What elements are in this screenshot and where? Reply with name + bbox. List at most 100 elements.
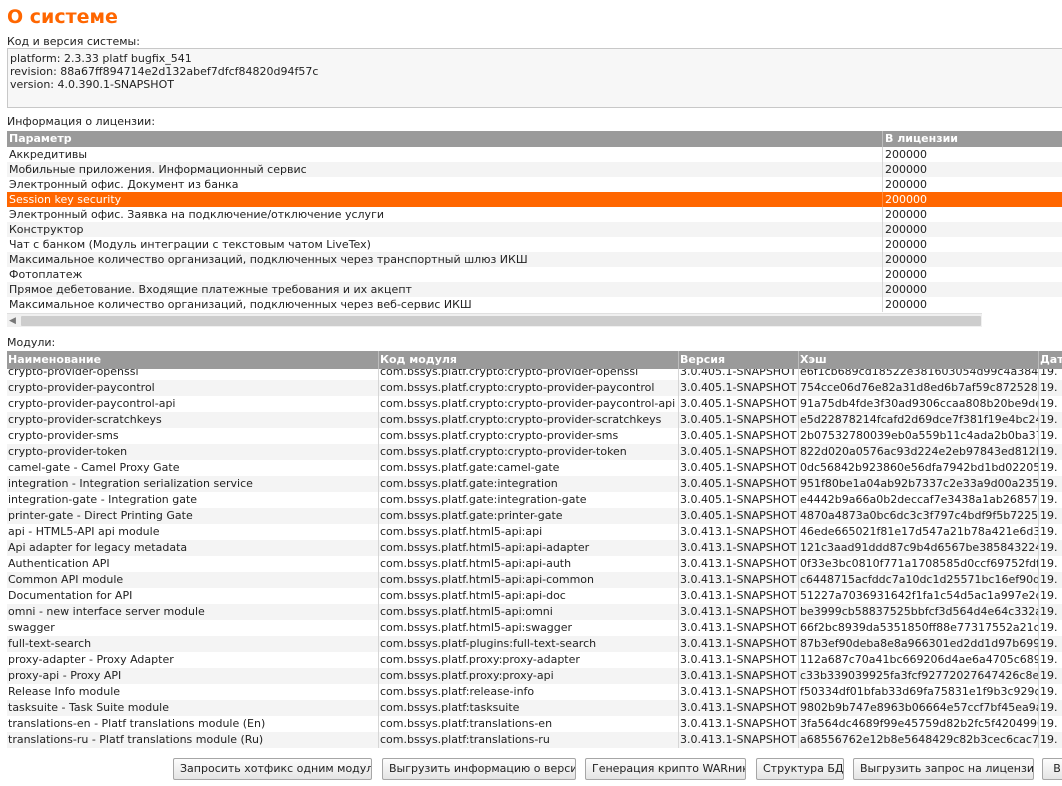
module-row[interactable]: crypto-provider-sms com.bssys.platf.crypt…: [7, 428, 1062, 444]
module-cell-date: 19.: [1040, 413, 1058, 426]
module-cell-code: com.bssys.platf.crypto:crypto-provider-p…: [379, 396, 679, 412]
license-cell-parameter: Максимальное количество организаций, под…: [7, 297, 883, 312]
module-cell-name: printer-gate - Direct Printing Gate: [7, 508, 379, 524]
module-row[interactable]: Api adapter for legacy metadata com.bssys…: [7, 540, 1062, 556]
license-cell-value: 200000: [885, 193, 927, 206]
module-cell-code: com.bssys.platf-plugins:full-text-search: [379, 636, 679, 652]
license-cell-value: 200000: [885, 238, 927, 251]
version-line-revision: revision: 88a67ff894714e2d132abef7dfcf84…: [10, 65, 319, 78]
license-row[interactable]: Конструктор 200000: [7, 222, 1062, 237]
column-header-hash[interactable]: Хэш: [799, 351, 1039, 369]
license-table-header: Параметр В лицензии: [7, 131, 1062, 147]
generate-crypto-war-button[interactable]: Генерация крипто WARника: [585, 758, 746, 780]
module-row[interactable]: camel-gate - Camel Proxy Gate com.bssys.p…: [7, 460, 1062, 476]
module-cell-name: crypto-provider-token: [7, 444, 379, 460]
module-cell-date: 19.: [1040, 653, 1058, 666]
modules-table: Наименование Код модуля Версия Хэш Дат c…: [7, 351, 1062, 749]
module-cell-name: Api adapter for legacy metadata: [7, 540, 379, 556]
license-row[interactable]: Максимальное количество организаций, под…: [7, 297, 1062, 312]
module-cell-version: 3.0.413.1-SNAPSHOT: [679, 620, 799, 636]
module-row[interactable]: integration-gate - Integration gate com.b…: [7, 492, 1062, 508]
module-row[interactable]: printer-gate - Direct Printing Gate com.b…: [7, 508, 1062, 524]
module-row[interactable]: crypto-provider-paycontrol-api com.bssys.…: [7, 396, 1062, 412]
module-cell-version: 3.0.405.1-SNAPSHOT: [679, 412, 799, 428]
license-cell-parameter: Session key security: [7, 192, 883, 207]
scrollbar-thumb[interactable]: [21, 316, 981, 326]
module-row[interactable]: proxy-api - Proxy API com.bssys.platf.pro…: [7, 668, 1062, 684]
license-row[interactable]: Максимальное количество организаций, под…: [7, 252, 1062, 267]
module-row[interactable]: tasksuite - Task Suite module com.bssys.p…: [7, 700, 1062, 716]
module-cell-version: 3.0.413.1-SNAPSHOT: [679, 652, 799, 668]
module-cell-version: 3.0.413.1-SNAPSHOT: [679, 572, 799, 588]
db-structure-button[interactable]: Структура БД: [756, 758, 844, 780]
module-cell-hash: 822d020a0576ac93d224e2eb97843ed812bc237: [799, 444, 1039, 460]
module-cell-hash: 87b3ef90deba8e8a966301ed2dd1d97b699462a: [799, 636, 1039, 652]
module-cell-date: 19.: [1040, 589, 1058, 602]
module-cell-version: 3.0.413.1-SNAPSHOT: [679, 636, 799, 652]
module-row[interactable]: crypto-provider-scratchkeys com.bssys.pla…: [7, 412, 1062, 428]
module-cell-hash: c33b339039925fa3fcf92772027647426c8e023e: [800, 668, 1039, 684]
module-row[interactable]: translations-en - Platf translations mod…: [7, 716, 1062, 732]
more-actions-button[interactable]: В: [1042, 758, 1062, 780]
license-row[interactable]: Мобильные приложения. Информационный сер…: [7, 162, 1062, 177]
module-cell-date: 19.: [1040, 685, 1058, 698]
module-cell-hash: e6f1cb689cd18522e381603054d99c4a3845d38b: [799, 369, 1039, 380]
module-cell-version: 3.0.413.1-SNAPSHOT: [679, 732, 799, 748]
scroll-left-arrow-icon[interactable]: ◀: [9, 315, 19, 327]
module-cell-name: api - HTML5-API api module: [7, 524, 379, 540]
license-row[interactable]: Электронный офис. Заявка на подключение/…: [7, 207, 1062, 222]
module-row[interactable]: Authentication API com.bssys.platf.html5-…: [7, 556, 1062, 572]
license-section-label: Информация о лицензии:: [7, 115, 156, 128]
export-version-info-button[interactable]: Выгрузить информацию о версии: [382, 758, 576, 780]
module-cell-hash: 0f33e3bc0810f771a1708585d0ccf69752fdf7cc…: [799, 556, 1039, 572]
license-cell-parameter: Электронный офис. Документ из банка: [7, 177, 883, 192]
module-row[interactable]: Common API module com.bssys.platf.html5-a…: [7, 572, 1062, 588]
license-row[interactable]: Электронный офис. Документ из банка 20000…: [7, 177, 1062, 192]
module-row[interactable]: translations-ru - Platf translations mod…: [7, 732, 1062, 748]
module-row[interactable]: crypto-provider-token com.bssys.platf.cry…: [7, 444, 1062, 460]
action-button-bar: Запросить хотфикс одним модулем Выгрузит…: [0, 758, 1062, 782]
column-header-in-license[interactable]: В лицензии: [883, 131, 1062, 147]
module-cell-version: 3.0.413.1-SNAPSHOT: [679, 556, 799, 572]
module-cell-code: com.bssys.platf.crypto:crypto-provider-s…: [379, 428, 679, 444]
module-cell-name: Common API module: [7, 572, 379, 588]
module-cell-version: 3.0.405.1-SNAPSHOT: [679, 492, 799, 508]
column-header-module-code[interactable]: Код модуля: [379, 351, 679, 369]
module-row[interactable]: omni - new interface server module com.bs…: [7, 604, 1062, 620]
module-row[interactable]: swagger com.bssys.platf.html5-api:swagger…: [7, 620, 1062, 636]
module-row[interactable]: Release Info module com.bssys.platf:relea…: [7, 684, 1062, 700]
license-row[interactable]: Чат с банком (Модуль интеграции с тексто…: [7, 237, 1062, 252]
module-cell-code: com.bssys.platf.crypto:crypto-provider-o…: [379, 369, 679, 380]
module-cell-name: tasksuite - Task Suite module: [7, 700, 379, 716]
module-row[interactable]: integration - Integration serialization …: [7, 476, 1062, 492]
module-cell-code: com.bssys.platf:tasksuite: [379, 700, 679, 716]
column-header-version[interactable]: Версия: [679, 351, 799, 369]
module-cell-date: 19.: [1040, 621, 1058, 634]
license-horizontal-scrollbar[interactable]: ◀: [7, 313, 982, 327]
module-row[interactable]: crypto-provider-paycontrol com.bssys.plat…: [7, 380, 1062, 396]
column-header-parameter[interactable]: Параметр: [7, 131, 883, 147]
module-row[interactable]: crypto-provider-openssl com.bssys.platf.c…: [7, 369, 1062, 380]
module-row[interactable]: Documentation for API com.bssys.platf.htm…: [7, 588, 1062, 604]
version-line-version: version: 4.0.390.1-SNAPSHOT: [10, 78, 174, 91]
module-cell-date: 19.: [1040, 541, 1058, 554]
module-cell-version: 3.0.413.1-SNAPSHOT: [679, 684, 799, 700]
license-row[interactable]: Прямое дебетование. Входящие платежные т…: [7, 282, 1062, 297]
module-row[interactable]: api - HTML5-API api module com.bssys.plat…: [7, 524, 1062, 540]
column-header-date[interactable]: Дат: [1039, 351, 1062, 369]
module-cell-code: com.bssys.platf.crypto:crypto-provider-t…: [379, 444, 679, 460]
module-cell-code: com.bssys.platf.gate:integration-gate: [379, 492, 679, 508]
module-cell-version: 3.0.405.1-SNAPSHOT: [679, 508, 799, 524]
license-cell-parameter: Конструктор: [7, 222, 883, 237]
module-row[interactable]: full-text-search com.bssys.platf-plugins:…: [7, 636, 1062, 652]
module-cell-hash: 66f2bc8939da5351850ff88e77317552a21c0263: [799, 620, 1039, 636]
license-row[interactable]: Аккредитивы 200000: [7, 147, 1062, 162]
license-row[interactable]: Фотоплатеж 200000: [7, 267, 1062, 282]
license-row[interactable]: Session key security 200000: [7, 192, 1062, 207]
modules-table-body[interactable]: crypto-provider-openssl com.bssys.platf.c…: [7, 369, 1062, 749]
modules-table-header: Наименование Код модуля Версия Хэш Дат: [7, 351, 1062, 369]
column-header-name[interactable]: Наименование: [7, 351, 379, 369]
request-hotfix-button[interactable]: Запросить хотфикс одним модулем: [173, 758, 372, 780]
module-row[interactable]: proxy-adapter - Proxy Adapter com.bssys.p…: [7, 652, 1062, 668]
export-license-request-button[interactable]: Выгрузить запрос на лицензию: [853, 758, 1034, 780]
